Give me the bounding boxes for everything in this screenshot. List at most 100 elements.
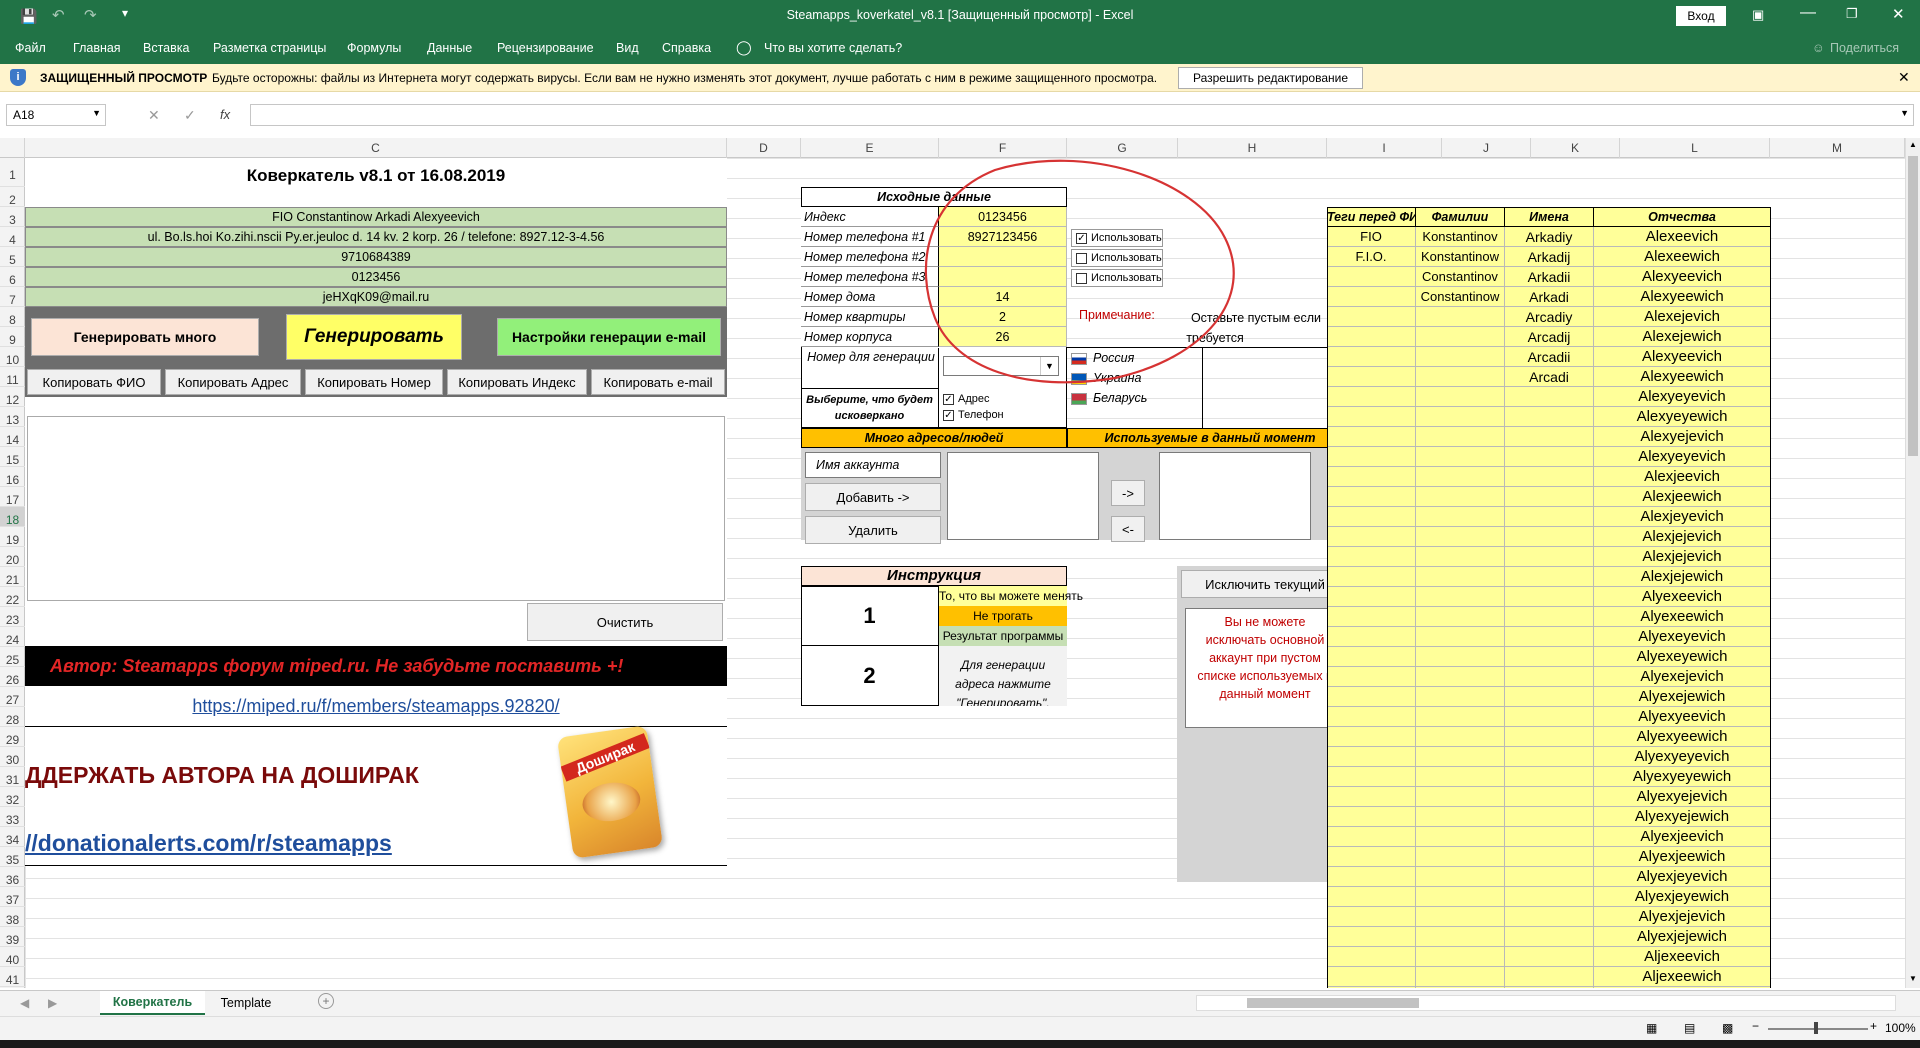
use-phone-checkbox[interactable]: Использовать 2 <box>1071 249 1163 267</box>
names-table-cell[interactable]: Alexjejevich <box>1594 527 1771 547</box>
names-table-empty-cell[interactable] <box>1505 587 1594 607</box>
tab-formulas[interactable]: Формулы <box>347 41 401 55</box>
names-table-empty-cell[interactable] <box>1416 887 1505 907</box>
names-table-empty-cell[interactable] <box>1416 987 1505 988</box>
tab-file[interactable]: Файл <box>15 41 46 55</box>
names-table-cell[interactable]: Alexyeyewich <box>1594 407 1771 427</box>
names-table-empty-cell[interactable] <box>1416 947 1505 967</box>
names-table-cell[interactable]: Arcadi <box>1505 367 1594 387</box>
names-table-cell[interactable]: Aljexeevich <box>1594 947 1771 967</box>
names-table-empty-cell[interactable] <box>1327 947 1416 967</box>
normal-view-icon[interactable]: ▦ <box>1646 1021 1657 1035</box>
names-table-empty-cell[interactable] <box>1505 987 1594 988</box>
tab-view[interactable]: Вид <box>616 41 639 55</box>
row-header[interactable]: 26 <box>0 667 25 687</box>
output-textbox[interactable] <box>27 416 725 601</box>
checkbox-icon[interactable]: ✓ <box>1076 232 1087 244</box>
names-table-empty-cell[interactable] <box>1327 847 1416 867</box>
names-table-cell[interactable]: Alyexyeyevich <box>1594 747 1771 767</box>
names-table-cell[interactable]: Alyexjeewich <box>1594 847 1771 867</box>
names-table-empty-cell[interactable] <box>1505 767 1594 787</box>
names-table-empty-cell[interactable] <box>1416 627 1505 647</box>
names-table-empty-cell[interactable] <box>1505 947 1594 967</box>
col-header[interactable]: M <box>1770 138 1905 158</box>
row-header[interactable]: 19 <box>0 527 25 547</box>
names-table-empty-cell[interactable] <box>1327 967 1416 987</box>
use-phone-checkbox[interactable]: Использовать 3 <box>1071 269 1163 287</box>
names-table-empty-cell[interactable] <box>1416 807 1505 827</box>
names-table-empty-cell[interactable] <box>1416 707 1505 727</box>
zoom-thumb[interactable] <box>1814 1022 1818 1034</box>
row-header[interactable]: 36 <box>0 867 25 887</box>
names-table-cell[interactable]: Alexjeevich <box>1594 467 1771 487</box>
names-table-cell[interactable]: Alyexyejevich <box>1594 787 1771 807</box>
names-table-empty-cell[interactable] <box>1505 847 1594 867</box>
checkbox-icon[interactable] <box>1076 252 1087 264</box>
row-header[interactable]: 24 <box>0 627 25 647</box>
account-name-input[interactable]: Имя аккаунта <box>805 452 941 478</box>
donation-link[interactable]: //donationalerts.com/r/steamapps <box>25 826 545 860</box>
names-table-empty-cell[interactable] <box>1327 727 1416 747</box>
dropdown-arrow-icon[interactable]: ▼ <box>1040 357 1058 375</box>
names-table-empty-cell[interactable] <box>1505 807 1594 827</box>
names-table-cell[interactable]: Alexyeevich <box>1594 347 1771 367</box>
names-table-empty-cell[interactable] <box>1505 967 1594 987</box>
function-icon[interactable]: fx <box>220 107 230 122</box>
names-table-empty-cell[interactable] <box>1416 847 1505 867</box>
names-table-cell[interactable]: Alexyejevich <box>1594 427 1771 447</box>
names-table-empty-cell[interactable] <box>1505 867 1594 887</box>
names-table-empty-cell[interactable] <box>1505 407 1594 427</box>
names-table-empty-cell[interactable] <box>1505 447 1594 467</box>
output-fio[interactable]: FIO Constantinow Arkadi Alexyeevich <box>25 207 727 227</box>
names-table-cell[interactable]: Alexeewich <box>1594 247 1771 267</box>
names-table-cell[interactable]: Alyexeyevich <box>1594 627 1771 647</box>
names-table-empty-cell[interactable] <box>1416 687 1505 707</box>
names-table-empty-cell[interactable] <box>1327 367 1416 387</box>
names-table-empty-cell[interactable] <box>1416 347 1505 367</box>
formula-input[interactable]: ▼ <box>250 104 1914 126</box>
names-table-cell[interactable]: Arcadiy <box>1505 307 1594 327</box>
col-header[interactable]: H <box>1178 138 1327 158</box>
names-table-empty-cell[interactable] <box>1327 927 1416 947</box>
row-header[interactable]: 20 <box>0 547 25 567</box>
names-table-empty-cell[interactable] <box>1416 567 1505 587</box>
customize-toolbar-icon[interactable]: ▾ <box>122 6 128 20</box>
worksheet-grid[interactable]: Коверкатель v8.1 от 16.08.2019 FIO Const… <box>25 158 1905 988</box>
names-table-cell[interactable]: Constantinov <box>1416 267 1505 287</box>
names-table-empty-cell[interactable] <box>1505 687 1594 707</box>
names-table-empty-cell[interactable] <box>1416 727 1505 747</box>
names-table-empty-cell[interactable] <box>1416 647 1505 667</box>
names-table-empty-cell[interactable] <box>1327 347 1416 367</box>
names-table-empty-cell[interactable] <box>1505 647 1594 667</box>
scroll-up-icon[interactable]: ▲ <box>1909 140 1917 149</box>
row-header[interactable]: 28 <box>0 707 25 727</box>
names-table-empty-cell[interactable] <box>1594 987 1771 988</box>
row-header[interactable]: 10 <box>0 347 25 367</box>
names-table-cell[interactable]: Alyexejewich <box>1594 687 1771 707</box>
names-table-empty-cell[interactable] <box>1505 387 1594 407</box>
names-table-empty-cell[interactable] <box>1505 707 1594 727</box>
names-table-cell[interactable]: FIO <box>1327 227 1416 247</box>
row-header[interactable]: 39 <box>0 927 25 947</box>
names-table-empty-cell[interactable] <box>1327 627 1416 647</box>
names-table-empty-cell[interactable] <box>1416 467 1505 487</box>
row-header[interactable]: 29 <box>0 727 25 747</box>
email-settings-button[interactable]: Настройки генерации e-mail <box>497 318 721 356</box>
row-header[interactable]: 3 <box>0 207 25 227</box>
horizontal-scrollbar[interactable] <box>1196 995 1896 1011</box>
add-sheet-icon[interactable]: + <box>318 993 334 1009</box>
names-table-cell[interactable]: Arkadi <box>1505 287 1594 307</box>
names-table-empty-cell[interactable] <box>1505 567 1594 587</box>
generate-many-button[interactable]: Генерировать много <box>31 318 259 356</box>
minimize-icon[interactable]: — <box>1800 4 1816 22</box>
source-value-input[interactable]: 2 <box>939 307 1067 327</box>
tell-me-input[interactable]: Что вы хотите сделать? <box>764 41 902 55</box>
row-header[interactable]: 8 <box>0 307 25 327</box>
names-table-cell[interactable]: Alexeevich <box>1594 227 1771 247</box>
close-icon[interactable]: ✕ <box>1892 5 1905 23</box>
checkbox-icon[interactable]: ✓ <box>943 409 954 421</box>
names-table-cell[interactable]: Aljexeewich <box>1594 967 1771 987</box>
names-table-cell[interactable]: Konstantinov <box>1416 227 1505 247</box>
move-left-button[interactable]: <- <box>1111 516 1145 542</box>
names-table-empty-cell[interactable] <box>1416 827 1505 847</box>
